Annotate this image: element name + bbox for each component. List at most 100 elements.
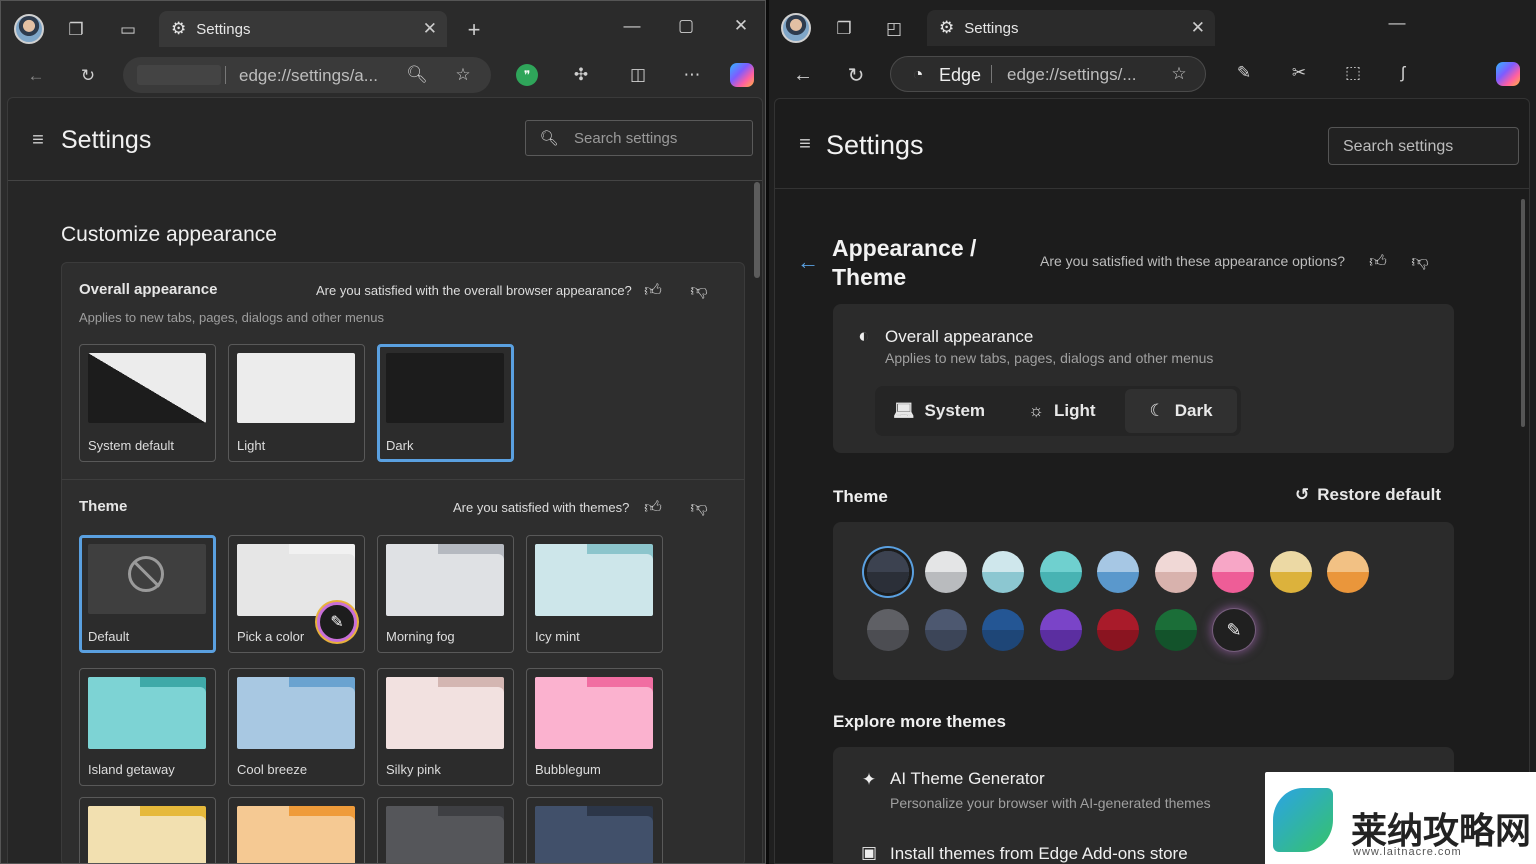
copilot-icon[interactable]: [730, 63, 754, 87]
theme-color-swatch[interactable]: [867, 551, 909, 593]
tab-settings[interactable]: ⚙ Settings ✕: [159, 11, 447, 47]
option-light[interactable]: ☼ Light: [1003, 389, 1121, 433]
workspaces-icon[interactable]: ❐: [63, 17, 89, 43]
extension-icon[interactable]: ✎: [1232, 61, 1256, 85]
thumbs-down-icon[interactable]: 👎︎: [1408, 249, 1432, 273]
thumbs-up-icon[interactable]: 👍︎: [642, 279, 664, 301]
extensions-puzzle-icon[interactable]: ✣: [568, 62, 594, 88]
theme-color-swatch[interactable]: [924, 609, 967, 651]
overall-subtitle: Applies to new tabs, pages, dialogs and …: [885, 350, 1214, 366]
theme-label: Morning fog: [386, 629, 455, 644]
profile-avatar[interactable]: [781, 13, 811, 43]
close-window-icon[interactable]: ✕: [728, 15, 754, 37]
back-arrow-icon[interactable]: ←: [795, 249, 821, 275]
theme-option[interactable]: Icy mint: [526, 535, 663, 653]
custom-color-picker-icon[interactable]: ✎: [1213, 609, 1255, 651]
header-divider: [8, 180, 762, 181]
restore-default-button[interactable]: ↺ Restore default: [1295, 485, 1441, 505]
watermark-logo: 莱纳攻略网 www.laitnacre.com: [1265, 772, 1536, 864]
addons-store-title[interactable]: Install themes from Edge Add-ons store: [890, 844, 1188, 864]
extension-quote-icon[interactable]: ❞: [516, 64, 538, 86]
theme-option[interactable]: Cool breeze: [228, 668, 365, 786]
theme-option[interactable]: [79, 797, 216, 863]
thumbs-down-icon[interactable]: 👎︎: [688, 279, 710, 301]
theme-option[interactable]: Pick a color ✎: [228, 535, 365, 653]
tab-settings[interactable]: ⚙ Settings ✕: [927, 10, 1215, 46]
theme-option[interactable]: Morning fog: [377, 535, 514, 653]
profile-avatar[interactable]: [14, 14, 44, 44]
theme-title: Theme: [833, 487, 888, 506]
extension-icon-3[interactable]: ʃ: [1391, 61, 1415, 85]
split-screen-icon[interactable]: ◫: [625, 62, 651, 88]
theme-color-swatch[interactable]: [924, 551, 967, 593]
theme-option[interactable]: Island getaway: [79, 668, 216, 786]
back-icon[interactable]: ←: [790, 62, 816, 88]
option-label: Light: [1054, 401, 1096, 420]
tab-title: Settings: [196, 20, 251, 38]
extension-icon-2[interactable]: ✂: [1287, 61, 1311, 85]
scrollbar-thumb[interactable]: [754, 182, 760, 278]
right-address-bar[interactable]: ◔ Edge edge://settings/... ☆: [890, 56, 1206, 92]
explore-themes-title: Explore more themes: [833, 712, 1006, 731]
appearance-option-dark[interactable]: Dark: [377, 344, 514, 462]
new-tab-icon[interactable]: +: [461, 17, 487, 43]
left-address-bar[interactable]: edge://settings/a... 🔍︎ ☆: [123, 57, 491, 93]
theme-option[interactable]: [526, 797, 663, 863]
maximize-icon[interactable]: ▢: [673, 15, 699, 37]
favorite-star-icon[interactable]: ☆: [451, 63, 475, 87]
option-system[interactable]: 💻︎ System: [879, 389, 999, 433]
more-menu-icon[interactable]: ⋯: [679, 62, 705, 88]
theme-option[interactable]: [228, 797, 365, 863]
search-input[interactable]: 🔍︎ Search settings: [525, 120, 753, 156]
vertical-tabs-icon[interactable]: ◰: [881, 16, 907, 42]
theme-color-swatch[interactable]: [1269, 551, 1312, 593]
refresh-icon[interactable]: ↻: [75, 63, 101, 89]
theme-color-swatch[interactable]: [1097, 551, 1139, 593]
theme-color-swatch[interactable]: [1039, 609, 1082, 651]
theme-option[interactable]: Bubblegum: [526, 668, 663, 786]
refresh-icon[interactable]: ↻: [843, 62, 869, 88]
scrollbar-thumb[interactable]: [1521, 199, 1525, 427]
theme-color-swatch[interactable]: [1327, 551, 1369, 593]
theme-color-swatch[interactable]: [982, 609, 1024, 651]
appearance-option-light[interactable]: Light: [228, 344, 365, 462]
folder-swatch: [237, 806, 355, 863]
zoom-icon[interactable]: 🔍︎: [405, 63, 429, 87]
copilot-icon[interactable]: [1496, 62, 1520, 86]
theme-color-swatch[interactable]: [1039, 551, 1082, 593]
close-tab-icon[interactable]: ✕: [423, 19, 437, 39]
close-tab-icon[interactable]: ✕: [1191, 18, 1205, 38]
contrast-icon: ◐: [858, 326, 870, 347]
theme-color-swatch[interactable]: [867, 609, 909, 651]
search-placeholder: Search settings: [574, 130, 678, 147]
favorite-star-icon[interactable]: ☆: [1167, 62, 1191, 86]
menu-hamburger-icon[interactable]: ≡: [793, 132, 817, 156]
appearance-option-system-default[interactable]: System default: [79, 344, 216, 462]
right-browser-window: ❐ ◰ ⚙ Settings ✕ — ← ↻ ◔ Edge edge://set…: [769, 0, 1536, 864]
minimize-icon[interactable]: —: [619, 15, 645, 37]
workspaces-icon[interactable]: ❐: [831, 16, 857, 42]
color-picker-icon[interactable]: ✎: [317, 602, 357, 642]
screenshot-icon[interactable]: ⬚: [1341, 61, 1365, 85]
minimize-icon[interactable]: —: [1384, 12, 1410, 34]
url-text: edge://settings/...: [1007, 65, 1137, 84]
menu-hamburger-icon[interactable]: ≡: [26, 128, 50, 152]
theme-color-swatch[interactable]: [1154, 609, 1197, 651]
gear-icon: ⚙: [171, 19, 187, 38]
theme-option[interactable]: Silky pink: [377, 668, 514, 786]
back-icon[interactable]: ←: [23, 63, 49, 89]
theme-label: Silky pink: [386, 762, 441, 777]
thumbs-up-icon[interactable]: 👍︎: [1366, 249, 1390, 273]
theme-option[interactable]: Default: [79, 535, 216, 653]
thumbs-up-icon[interactable]: 👍︎: [642, 496, 664, 518]
option-dark[interactable]: ☾ Dark: [1125, 389, 1237, 433]
theme-color-swatch[interactable]: [1212, 551, 1254, 593]
theme-color-swatch[interactable]: [1154, 551, 1197, 593]
tab-actions-icon[interactable]: ▭: [115, 17, 141, 43]
theme-color-swatch[interactable]: [1097, 609, 1139, 651]
ai-theme-generator-title[interactable]: AI Theme Generator: [890, 769, 1045, 789]
thumbs-down-icon[interactable]: 👎︎: [688, 496, 710, 518]
theme-option[interactable]: [377, 797, 514, 863]
theme-color-swatch[interactable]: [982, 551, 1024, 593]
search-input[interactable]: Search settings: [1328, 127, 1519, 165]
